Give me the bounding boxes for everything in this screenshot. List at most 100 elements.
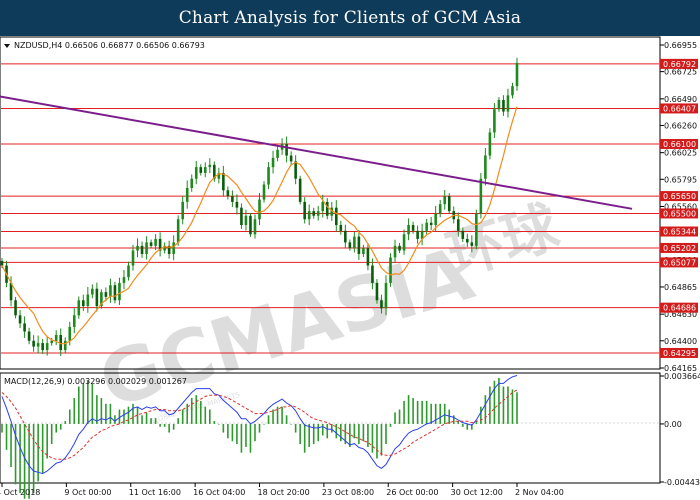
level-tag-label: 0.65077: [663, 258, 696, 267]
candle-body: [244, 215, 248, 226]
level-tag-label: 0.64295: [663, 349, 696, 358]
candle-body: [362, 248, 365, 254]
candle-body: [294, 161, 297, 179]
candle-body: [285, 143, 288, 156]
candle-body: [366, 248, 370, 266]
candle-body: [398, 245, 401, 251]
histogram-bar: [308, 423, 310, 447]
histogram-bar: [326, 423, 329, 439]
candle-body: [447, 196, 451, 212]
histogram-bar: [59, 423, 62, 430]
candle-body: [429, 222, 433, 226]
histogram-bar: [236, 423, 238, 445]
price-header: NZDUSD,H4 0.66506 0.66877 0.66506 0.6679…: [4, 41, 205, 50]
candle-body: [226, 190, 230, 197]
level-tag-label: 0.66792: [663, 60, 696, 69]
histogram-bar: [358, 423, 360, 445]
price-tick-label: 0.66955: [664, 41, 697, 50]
histogram-bar: [109, 403, 112, 424]
histogram-bar: [371, 423, 374, 453]
candle-body: [353, 236, 356, 249]
time-tick-label: 30 Oct 12:00: [451, 488, 503, 497]
candle-body: [307, 211, 311, 220]
macd-tick-label: -0.004439: [664, 478, 700, 487]
histogram-bar: [77, 386, 80, 424]
candle-body: [208, 164, 212, 168]
histogram-bar: [281, 406, 283, 424]
histogram-bar: [177, 418, 179, 424]
time-tick-label: 2 Nov 04:00: [515, 488, 564, 497]
histogram-bar: [489, 386, 491, 424]
histogram-bar: [398, 409, 401, 424]
histogram-bar: [64, 421, 67, 424]
histogram-bar: [394, 412, 396, 424]
histogram-bar: [312, 423, 315, 445]
macd-header-text: MACD(12,26,9) 0.003296 0.002029 0.001267: [4, 377, 187, 386]
histogram-bar: [480, 406, 482, 424]
price-tick-label: 0.65795: [664, 175, 697, 184]
histogram-bar: [412, 398, 414, 424]
candle-body: [136, 245, 139, 251]
histogram-bar: [105, 403, 107, 424]
candle-body: [325, 201, 329, 216]
histogram-bar: [19, 423, 21, 494]
banner-title: Chart Analysis for Clients of GCM Asia: [178, 8, 522, 28]
histogram-bar: [190, 398, 193, 424]
price-tick-label: 0.66025: [664, 149, 697, 158]
histogram-bar: [218, 423, 220, 425]
histogram-bar: [172, 423, 175, 430]
histogram-bar: [32, 423, 35, 494]
candle-body: [91, 288, 94, 295]
candle-body: [203, 167, 207, 173]
histogram-bar: [443, 403, 446, 424]
candle-body: [154, 238, 157, 246]
histogram-bar: [263, 423, 265, 425]
histogram-bar: [349, 423, 351, 447]
candle-body: [176, 219, 180, 243]
histogram-bar: [50, 423, 53, 445]
candle-body: [334, 207, 338, 226]
candle-body: [113, 285, 117, 301]
candle-body: [466, 238, 469, 243]
candle-body: [122, 277, 126, 283]
histogram-bar: [114, 415, 116, 424]
candle-body: [253, 219, 257, 235]
histogram-bar: [484, 395, 487, 424]
histogram-bar: [5, 423, 8, 450]
candle-body: [357, 236, 361, 254]
histogram-bar: [209, 409, 211, 424]
histogram-bar: [376, 423, 378, 459]
candle-body: [199, 167, 203, 173]
price-tick-label: 0.66260: [664, 121, 697, 130]
histogram-bar: [154, 418, 157, 424]
candle-body: [194, 167, 198, 179]
candle-body: [36, 343, 40, 347]
candle-body: [262, 184, 266, 200]
histogram-bar: [267, 415, 270, 424]
histogram-bar: [181, 409, 184, 424]
histogram-bar: [276, 406, 279, 424]
histogram-bar: [299, 423, 301, 445]
candle-body: [511, 86, 514, 96]
histogram-bar: [240, 423, 243, 453]
histogram-bar: [87, 380, 89, 424]
level-tag-label: 0.65500: [663, 209, 696, 218]
candle-body: [425, 222, 428, 231]
macd-tick-label: 0.00: [664, 420, 682, 429]
candle-body: [515, 62, 519, 87]
histogram-bar: [290, 423, 292, 425]
price-tick-label: 0.64865: [664, 283, 697, 292]
candle-body: [298, 178, 302, 202]
candle-body: [68, 326, 72, 341]
level-tag-label: 0.66100: [663, 140, 696, 149]
histogram-bar: [1, 423, 3, 433]
candle-body: [375, 282, 379, 301]
histogram-bar: [516, 392, 518, 424]
histogram-bar: [245, 423, 247, 447]
candle-body: [23, 323, 26, 332]
candle-body: [321, 201, 325, 212]
candle-body: [63, 340, 67, 351]
histogram-bar: [258, 423, 261, 433]
histogram-bar: [41, 423, 44, 473]
candle-body: [258, 199, 261, 220]
